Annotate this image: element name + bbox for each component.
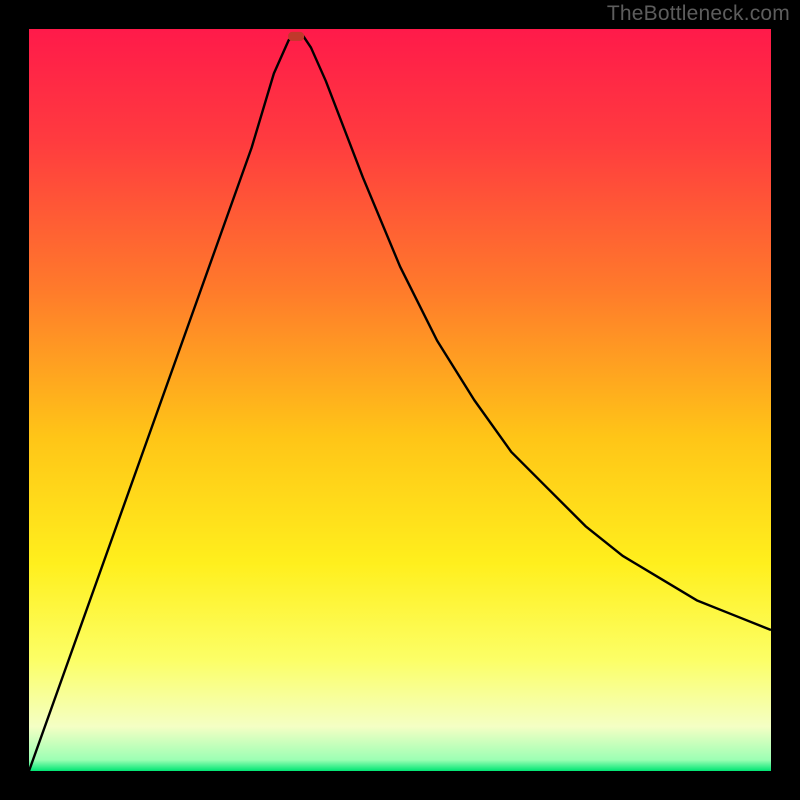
minimum-marker [288, 32, 304, 41]
gradient-background [29, 29, 771, 771]
chart-frame: TheBottleneck.com [0, 0, 800, 800]
watermark-text: TheBottleneck.com [607, 2, 790, 26]
bottleneck-chart [0, 0, 800, 800]
